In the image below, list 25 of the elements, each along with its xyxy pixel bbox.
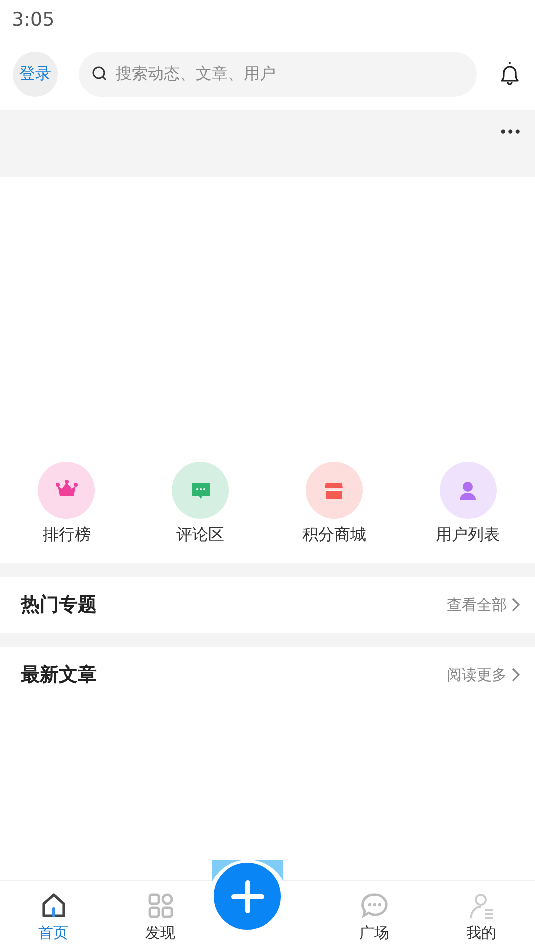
profile-icon: [468, 892, 496, 920]
search-field[interactable]: 搜索动态、文章、用户: [79, 52, 477, 96]
login-button[interactable]: 登录: [13, 52, 58, 96]
chevron-right-icon: [511, 597, 521, 613]
section-link[interactable]: 阅读更多: [447, 664, 521, 686]
section-title: 最新文章: [21, 662, 97, 688]
tab-item[interactable]: 我的: [428, 881, 535, 951]
shortcut-label: 积分商城: [302, 524, 366, 546]
section-title: 热门专题: [21, 592, 97, 618]
bell-icon[interactable]: [498, 61, 522, 87]
plus-icon: [230, 880, 264, 914]
home-icon: [40, 892, 68, 920]
more-button[interactable]: •••: [499, 126, 521, 140]
shortcut-label: 排行榜: [42, 524, 91, 546]
shortcut-label: 用户列表: [436, 524, 500, 546]
tab-item[interactable]: 首页: [0, 881, 107, 951]
section-link[interactable]: 查看全部: [447, 594, 521, 616]
tab-item[interactable]: 发现: [107, 881, 214, 951]
chevron-right-icon: [511, 667, 521, 683]
tab-item[interactable]: 广场: [321, 881, 428, 951]
chat-bubble-icon: [360, 892, 388, 920]
button-backdrop: [212, 860, 283, 881]
grid-icon: [146, 892, 174, 920]
shortcut-label: 评论区: [176, 524, 225, 546]
status-time: 3:05: [12, 9, 55, 31]
